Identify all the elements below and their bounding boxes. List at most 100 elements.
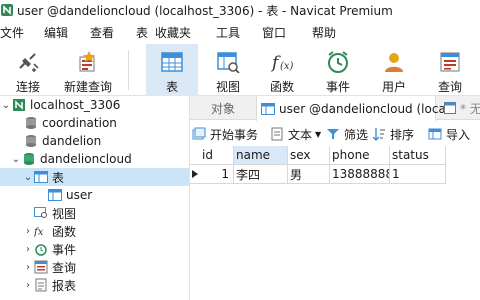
cell-id[interactable]: 1 — [200, 165, 234, 184]
event-label: 事件 — [325, 80, 350, 94]
query-icon — [444, 101, 456, 115]
import-icon — [428, 127, 442, 141]
new-query-icon — [75, 48, 101, 76]
tree-item-queries[interactable]: › 查询 — [0, 258, 189, 276]
tree-item-db-dandelioncloud[interactable]: ⌄ dandelioncloud — [0, 150, 189, 168]
tab-new-query[interactable]: * 无 — [440, 96, 480, 120]
menu-view[interactable]: 查看 — [90, 24, 114, 41]
chevron-down-icon[interactable]: ⌄ — [22, 172, 34, 183]
table-icon — [160, 48, 184, 76]
sort-button[interactable]: 排序 — [372, 122, 414, 146]
column-header-status[interactable]: status — [390, 146, 446, 165]
content-pane: 对象 user @dandelioncloud (loca... * 无 开始事… — [190, 96, 480, 300]
title-bar: user @dandelioncloud (localhost_3306) - … — [0, 0, 480, 20]
tree-db-label: coordination — [42, 116, 117, 130]
database-open-icon — [22, 152, 36, 166]
main-toolbar: 连接 新建查询 表 视图 f (x) 函数 事件 用户 查询 — [0, 44, 480, 96]
function-button[interactable]: f (x) 函数 — [260, 44, 304, 96]
new-query-button[interactable]: 新建查询 — [60, 44, 116, 96]
tree-table-label: user — [66, 188, 93, 202]
tree-item-db-dandelion[interactable]: dandelion — [0, 132, 189, 150]
svg-text:fx: fx — [34, 227, 44, 237]
column-header-phone[interactable]: phone — [330, 146, 390, 165]
menu-tools[interactable]: 工具 — [216, 24, 240, 41]
cell-name[interactable]: 李四 — [234, 165, 288, 184]
dropdown-arrow-icon: ▼ — [315, 129, 322, 139]
connect-label: 连接 — [15, 80, 40, 94]
text-icon — [270, 127, 284, 141]
filter-icon — [326, 127, 340, 141]
tree-connection-label: localhost_3306 — [30, 98, 121, 112]
tree-functions-label: 函数 — [52, 224, 77, 239]
navicat-window: user @dandelioncloud (localhost_3306) - … — [0, 0, 480, 300]
query-button[interactable]: 查询 — [428, 44, 472, 96]
connection-tree: ⌄ localhost_3306 coordination dandelion … — [0, 96, 190, 300]
database-icon — [24, 116, 38, 130]
view-label: 视图 — [215, 80, 240, 94]
menu-edit[interactable]: 编辑 — [44, 24, 68, 41]
cell-phone[interactable]: 13888888888 — [330, 165, 390, 184]
navicat-app-icon — [0, 3, 14, 17]
chevron-right-icon[interactable]: › — [22, 262, 34, 273]
tab-objects[interactable]: 对象 — [190, 96, 256, 120]
svg-text:(x): (x) — [280, 61, 294, 72]
event-icon — [34, 242, 48, 256]
connect-button[interactable]: 连接 — [8, 44, 48, 96]
view-button[interactable]: 视图 — [206, 44, 250, 96]
filter-label: 筛选 — [344, 127, 369, 142]
filter-button[interactable]: 筛选 — [326, 122, 368, 146]
connect-icon — [15, 48, 41, 76]
menu-window[interactable]: 窗口 — [262, 24, 286, 41]
tree-item-views[interactable]: 视图 — [0, 204, 189, 222]
import-button[interactable]: 导入 — [428, 122, 470, 146]
column-header-id[interactable]: id — [200, 146, 234, 165]
chevron-right-icon[interactable]: › — [22, 244, 34, 255]
chevron-down-icon[interactable]: ⌄ — [10, 154, 22, 165]
transaction-icon — [192, 127, 206, 141]
table-label: 表 — [165, 80, 178, 94]
cell-sex[interactable]: 男 — [288, 165, 330, 184]
event-button[interactable]: 事件 — [316, 44, 360, 96]
row-indicator-header — [190, 146, 200, 165]
menu-help[interactable]: 帮助 — [312, 24, 336, 41]
new-query-label: 新建查询 — [63, 80, 112, 94]
tree-item-events[interactable]: › 事件 — [0, 240, 189, 258]
chevron-down-icon[interactable]: ⌄ — [0, 100, 12, 111]
tree-reports-label: 报表 — [52, 278, 77, 293]
view-icon — [216, 48, 240, 76]
event-icon — [326, 48, 350, 76]
cell-status[interactable]: 1 — [390, 165, 446, 184]
menu-favorites[interactable]: 收藏夹 — [155, 24, 191, 41]
user-icon — [382, 48, 406, 76]
tree-item-functions[interactable]: › fx 函数 — [0, 222, 189, 240]
column-header-name[interactable]: name — [234, 146, 288, 165]
begin-transaction-label: 开始事务 — [210, 127, 259, 142]
tab-new-query-label: * 无 — [460, 101, 480, 116]
begin-transaction-button[interactable]: 开始事务 — [192, 122, 258, 146]
tree-item-tables[interactable]: ⌄ 表 — [0, 168, 189, 186]
tab-user-table[interactable]: user @dandelioncloud (loca... — [256, 96, 457, 121]
function-icon: fx — [34, 224, 48, 238]
tree-item-db-coordination[interactable]: coordination — [0, 114, 189, 132]
tree-db-label: dandelion — [42, 134, 102, 148]
user-button[interactable]: 用户 — [372, 44, 416, 96]
import-label: 导入 — [446, 127, 471, 142]
tree-item-connection[interactable]: ⌄ localhost_3306 — [0, 96, 189, 114]
tab-user-table-label: user @dandelioncloud (loca... — [279, 101, 458, 116]
table-button[interactable]: 表 — [146, 44, 198, 96]
function-label: 函数 — [269, 80, 294, 94]
column-header-sex[interactable]: sex — [288, 146, 330, 165]
table-icon — [48, 188, 62, 202]
toolbar-divider — [128, 50, 129, 90]
text-label: 文本 — [288, 127, 313, 142]
tree-item-reports[interactable]: › 报表 — [0, 276, 189, 294]
database-icon — [24, 134, 38, 148]
menu-table[interactable]: 表 — [136, 24, 148, 41]
chevron-right-icon[interactable]: › — [22, 280, 34, 291]
tree-item-table-user[interactable]: user — [0, 186, 189, 204]
menu-file[interactable]: 文件 — [0, 24, 24, 41]
tree-events-label: 事件 — [52, 242, 77, 257]
text-button[interactable]: 文本 ▼ — [270, 122, 321, 146]
chevron-right-icon[interactable]: › — [22, 226, 34, 237]
sort-label: 排序 — [390, 127, 415, 142]
